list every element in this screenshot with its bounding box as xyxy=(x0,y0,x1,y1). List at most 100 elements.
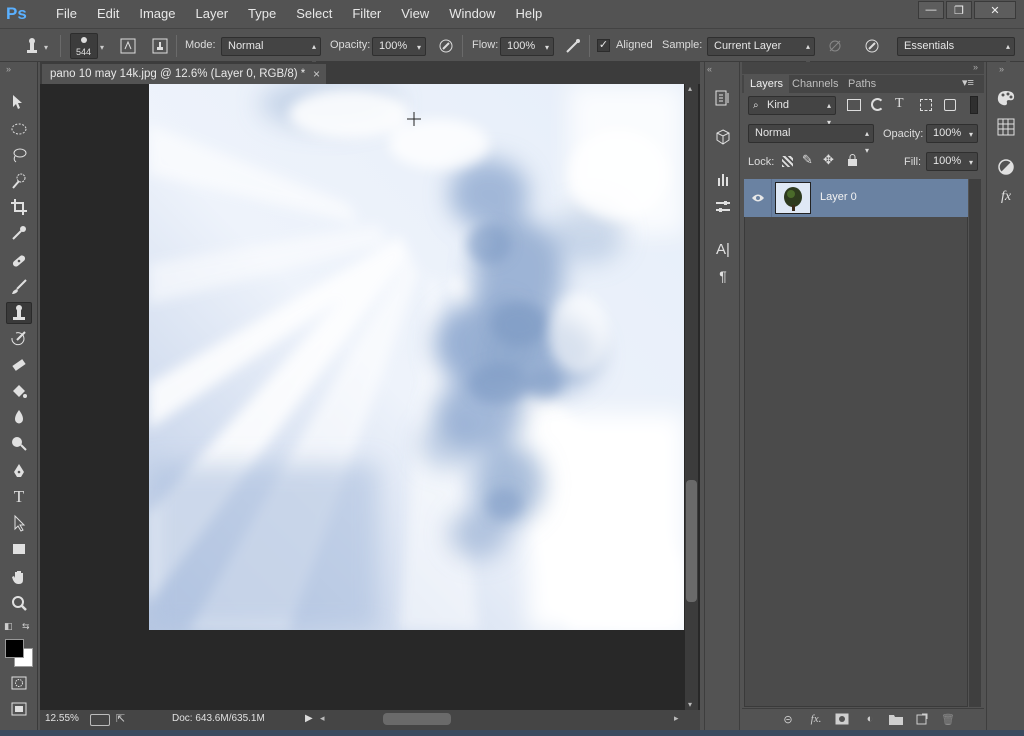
3d-panel-icon[interactable] xyxy=(712,126,734,148)
marquee-tool-icon[interactable] xyxy=(6,118,32,140)
tab-channels[interactable]: Channels xyxy=(786,75,844,93)
default-colors-icon[interactable]: ◧ xyxy=(4,621,13,632)
lock-transparent-pixels-icon[interactable] xyxy=(782,156,793,167)
add-layer-style-icon[interactable]: fx. xyxy=(808,712,824,726)
share-icon[interactable]: ⇱ xyxy=(116,712,125,725)
filter-adjustment-layers-icon[interactable] xyxy=(871,98,884,111)
new-adjustment-layer-icon[interactable]: ◐ xyxy=(862,712,878,726)
quick-mask-icon[interactable] xyxy=(6,672,32,694)
pressure-size-icon[interactable] xyxy=(862,36,882,56)
scroll-down-arrow-icon[interactable]: ▾ xyxy=(688,700,692,709)
chevron-down-icon[interactable]: ▾ xyxy=(545,39,549,56)
restore-button[interactable]: ❐ xyxy=(946,1,972,19)
menu-help[interactable]: Help xyxy=(505,0,552,28)
view-mode-icon[interactable] xyxy=(90,714,110,726)
chevron-down-icon[interactable]: ▾ xyxy=(969,154,973,171)
pen-tool-icon[interactable] xyxy=(6,460,32,482)
layer-list-scrollbar[interactable] xyxy=(969,179,981,707)
zoom-level[interactable]: 12.55% xyxy=(45,713,79,724)
tab-paths[interactable]: Paths xyxy=(842,75,882,93)
new-group-icon[interactable] xyxy=(888,712,904,726)
layer-name[interactable]: Layer 0 xyxy=(820,191,857,203)
styles-panel-icon[interactable]: fx xyxy=(995,186,1017,208)
clone-source-icon[interactable] xyxy=(150,36,170,56)
quick-selection-tool-icon[interactable] xyxy=(6,170,32,192)
brush-preview[interactable]: 544 xyxy=(70,33,98,59)
crop-tool-icon[interactable] xyxy=(6,196,32,218)
lock-image-pixels-icon[interactable]: ✎ xyxy=(802,152,813,168)
adjustments-icon[interactable] xyxy=(995,156,1017,178)
new-layer-icon[interactable] xyxy=(914,712,930,726)
add-layer-mask-icon[interactable] xyxy=(834,712,850,726)
brush-tool-icon[interactable] xyxy=(6,276,32,298)
layer-visibility-eye-icon[interactable] xyxy=(744,179,772,217)
airbrush-icon[interactable] xyxy=(563,36,583,56)
pressure-opacity-icon[interactable] xyxy=(436,36,456,56)
hand-tool-icon[interactable] xyxy=(6,566,32,588)
type-tool-icon[interactable]: T xyxy=(6,486,32,508)
zoom-tool-icon[interactable] xyxy=(6,592,32,614)
menu-edit[interactable]: Edit xyxy=(87,0,129,28)
menu-view[interactable]: View xyxy=(391,0,439,28)
swatches-panel-icon[interactable] xyxy=(995,116,1017,138)
adjustments-panel-icon[interactable] xyxy=(712,196,734,218)
lock-all-icon[interactable] xyxy=(847,154,858,166)
scroll-left-arrow-icon[interactable]: ◂ xyxy=(320,713,325,724)
dodge-tool-icon[interactable] xyxy=(6,432,32,454)
history-panel-icon[interactable] xyxy=(712,87,734,109)
scroll-up-arrow-icon[interactable]: ▴ xyxy=(688,84,692,93)
mode-dropdown[interactable]: Normal ▴▾ xyxy=(221,37,321,68)
sample-dropdown[interactable]: Current Layer ▴▾ xyxy=(707,37,815,68)
filter-pixel-layers-icon[interactable] xyxy=(847,99,861,111)
lock-position-icon[interactable]: ✥ xyxy=(823,152,834,168)
preset-dropdown-arrow-icon[interactable]: ▾ xyxy=(44,43,48,52)
vertical-scroll-thumb[interactable] xyxy=(686,480,697,602)
eraser-tool-icon[interactable] xyxy=(6,354,32,376)
minimize-button[interactable]: — xyxy=(918,1,944,19)
clone-stamp-tool-icon[interactable] xyxy=(6,302,32,324)
chevron-down-icon[interactable]: ▾ xyxy=(417,39,421,56)
layer-opacity-field[interactable]: 100% ▾ xyxy=(926,124,978,143)
menu-filter[interactable]: Filter xyxy=(342,0,391,28)
panel-menu-icon[interactable]: ▾≡ xyxy=(962,76,974,89)
chevron-down-icon[interactable]: ▾ xyxy=(969,126,973,143)
aligned-checkbox[interactable]: ✓ xyxy=(597,39,610,52)
swap-colors-icon[interactable]: ⇆ xyxy=(22,621,30,632)
filter-toggle-switch[interactable] xyxy=(970,96,978,114)
workspace-dropdown[interactable]: Essentials ▴▾ xyxy=(897,37,1015,68)
flow-field[interactable]: 100% ▾ xyxy=(500,37,554,56)
foreground-color-swatch[interactable] xyxy=(5,639,24,658)
screen-mode-icon[interactable] xyxy=(6,698,32,720)
menu-layer[interactable]: Layer xyxy=(186,0,239,28)
collapse-panel-icon[interactable]: » xyxy=(999,64,1004,74)
menu-image[interactable]: Image xyxy=(129,0,185,28)
vertical-scrollbar[interactable]: ▴ ▾ xyxy=(685,84,698,714)
filter-shape-layers-icon[interactable] xyxy=(920,99,932,111)
ignore-adjustment-layers-icon[interactable] xyxy=(825,36,845,56)
brush-panel-icon[interactable] xyxy=(118,36,138,56)
close-button[interactable]: ✕ xyxy=(974,1,1016,19)
blur-tool-icon[interactable] xyxy=(6,406,32,428)
scroll-right-arrow-icon[interactable]: ▸ xyxy=(674,713,679,724)
layer-filter-dropdown[interactable]: ⌕ Kind ▴ ▾ xyxy=(748,96,836,127)
blend-mode-dropdown[interactable]: Normal ▴ ▾ xyxy=(748,124,874,155)
history-brush-tool-icon[interactable] xyxy=(6,328,32,350)
tab-layers[interactable]: Layers xyxy=(744,75,790,93)
color-panel-icon[interactable] xyxy=(995,87,1017,109)
paragraph-panel-icon[interactable]: ¶ xyxy=(712,265,734,287)
path-selection-tool-icon[interactable] xyxy=(6,512,32,534)
lasso-tool-icon[interactable] xyxy=(6,144,32,166)
healing-brush-tool-icon[interactable] xyxy=(6,250,32,272)
filter-smart-objects-icon[interactable] xyxy=(944,99,956,111)
menu-type[interactable]: Type xyxy=(238,0,286,28)
filter-type-layers-icon[interactable]: T xyxy=(895,96,904,112)
collapse-panel-icon[interactable]: « xyxy=(707,64,712,74)
brush-dropdown-arrow-icon[interactable]: ▾ xyxy=(100,43,104,52)
clone-stamp-preset-icon[interactable] xyxy=(22,36,42,56)
delete-layer-icon[interactable]: 🗑 xyxy=(940,712,956,726)
horizontal-scroll-thumb[interactable] xyxy=(383,713,451,725)
menu-select[interactable]: Select xyxy=(286,0,342,28)
eyedropper-tool-icon[interactable] xyxy=(6,222,32,244)
image-canvas[interactable] xyxy=(149,84,684,630)
rectangle-tool-icon[interactable] xyxy=(6,538,32,560)
